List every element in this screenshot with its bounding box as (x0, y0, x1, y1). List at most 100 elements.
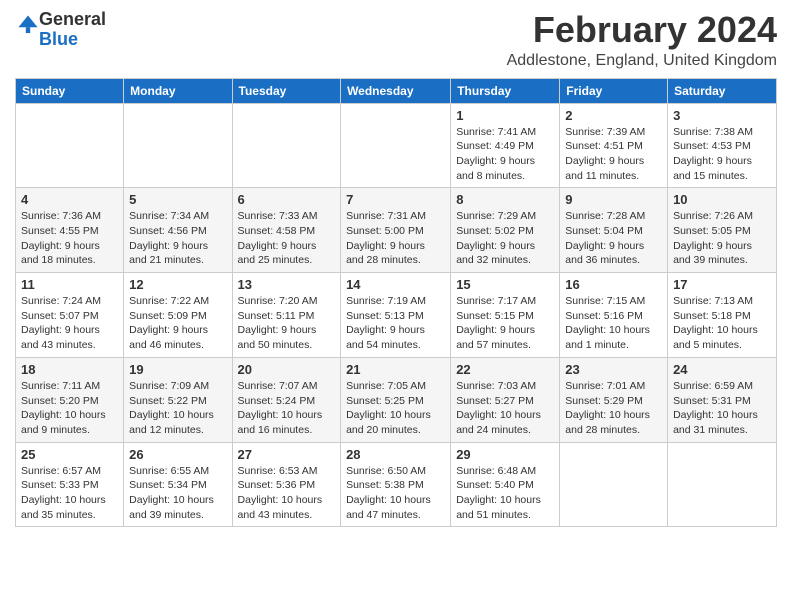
day-number: 26 (129, 447, 226, 462)
day-number: 29 (456, 447, 554, 462)
calendar-cell: 8 Sunrise: 7:29 AM Sunset: 5:02 PM Daylig… (451, 188, 560, 273)
calendar-cell: 16 Sunrise: 7:15 AM Sunset: 5:16 PM Dayli… (560, 273, 668, 358)
day-info: Sunrise: 7:09 AM Sunset: 5:22 PM Dayligh… (129, 379, 226, 438)
calendar-cell: 9 Sunrise: 7:28 AM Sunset: 5:04 PM Daylig… (560, 188, 668, 273)
calendar-cell (16, 103, 124, 188)
weekday-sunday: Sunday (16, 78, 124, 103)
calendar-cell: 5 Sunrise: 7:34 AM Sunset: 4:56 PM Daylig… (124, 188, 232, 273)
day-info: Sunrise: 6:57 AM Sunset: 5:33 PM Dayligh… (21, 464, 118, 523)
day-number: 11 (21, 277, 118, 292)
day-info: Sunrise: 7:26 AM Sunset: 5:05 PM Dayligh… (673, 209, 771, 268)
day-number: 23 (565, 362, 662, 377)
calendar-cell: 12 Sunrise: 7:22 AM Sunset: 5:09 PM Dayli… (124, 273, 232, 358)
calendar-body: 1 Sunrise: 7:41 AM Sunset: 4:49 PM Daylig… (16, 103, 777, 527)
calendar-subtitle: Addlestone, England, United Kingdom (507, 52, 777, 70)
day-number: 25 (21, 447, 118, 462)
day-number: 21 (346, 362, 445, 377)
day-info: Sunrise: 7:31 AM Sunset: 5:00 PM Dayligh… (346, 209, 445, 268)
calendar-cell: 26 Sunrise: 6:55 AM Sunset: 5:34 PM Dayli… (124, 442, 232, 527)
calendar-cell: 6Sunrise: 7:33 AM Sunset: 4:58 PM Daylig… (232, 188, 341, 273)
day-info: Sunrise: 7:24 AM Sunset: 5:07 PM Dayligh… (21, 294, 118, 353)
calendar-cell: 17 Sunrise: 7:13 AM Sunset: 5:18 PM Dayli… (668, 273, 777, 358)
calendar-cell: 13 Sunrise: 7:20 AM Sunset: 5:11 PM Dayli… (232, 273, 341, 358)
day-number: 20 (238, 362, 336, 377)
day-number: 14 (346, 277, 445, 292)
logo: General Blue (15, 10, 106, 50)
day-info: Sunrise: 7:28 AM Sunset: 5:04 PM Dayligh… (565, 209, 662, 268)
day-number: 3 (673, 108, 771, 123)
calendar-cell: 15 Sunrise: 7:17 AM Sunset: 5:15 PM Dayli… (451, 273, 560, 358)
calendar-cell: 11 Sunrise: 7:24 AM Sunset: 5:07 PM Dayli… (16, 273, 124, 358)
page-header: General Blue February 2024 Addlestone, E… (15, 10, 777, 70)
calendar-cell: 7Sunrise: 7:31 AM Sunset: 5:00 PM Daylig… (341, 188, 451, 273)
weekday-header-row: SundayMondayTuesdayWednesdayThursdayFrid… (16, 78, 777, 103)
day-info: Sunrise: 7:36 AM Sunset: 4:55 PM Dayligh… (21, 209, 118, 268)
day-number: 27 (238, 447, 336, 462)
day-number: 9 (565, 192, 662, 207)
day-number: 6 (238, 192, 336, 207)
day-number: 16 (565, 277, 662, 292)
calendar-cell: 20 Sunrise: 7:07 AM Sunset: 5:24 PM Dayli… (232, 357, 341, 442)
calendar-cell (560, 442, 668, 527)
day-number: 1 (456, 108, 554, 123)
calendar-cell: 10 Sunrise: 7:26 AM Sunset: 5:05 PM Dayli… (668, 188, 777, 273)
calendar-cell: 4Sunrise: 7:36 AM Sunset: 4:55 PM Daylig… (16, 188, 124, 273)
day-info: Sunrise: 7:20 AM Sunset: 5:11 PM Dayligh… (238, 294, 336, 353)
day-info: Sunrise: 7:29 AM Sunset: 5:02 PM Dayligh… (456, 209, 554, 268)
day-info: Sunrise: 6:59 AM Sunset: 5:31 PM Dayligh… (673, 379, 771, 438)
day-number: 5 (129, 192, 226, 207)
calendar-cell (124, 103, 232, 188)
calendar-cell: 19 Sunrise: 7:09 AM Sunset: 5:22 PM Dayli… (124, 357, 232, 442)
day-number: 13 (238, 277, 336, 292)
calendar-cell: 3 Sunrise: 7:38 AM Sunset: 4:53 PM Daylig… (668, 103, 777, 188)
day-info: Sunrise: 7:03 AM Sunset: 5:27 PM Dayligh… (456, 379, 554, 438)
day-info: Sunrise: 7:07 AM Sunset: 5:24 PM Dayligh… (238, 379, 336, 438)
day-info: Sunrise: 7:15 AM Sunset: 5:16 PM Dayligh… (565, 294, 662, 353)
calendar-cell: 23Sunrise: 7:01 AM Sunset: 5:29 PM Dayli… (560, 357, 668, 442)
day-info: Sunrise: 7:34 AM Sunset: 4:56 PM Dayligh… (129, 209, 226, 268)
calendar-cell: 1 Sunrise: 7:41 AM Sunset: 4:49 PM Daylig… (451, 103, 560, 188)
day-number: 17 (673, 277, 771, 292)
calendar-cell: 18Sunrise: 7:11 AM Sunset: 5:20 PM Dayli… (16, 357, 124, 442)
day-info: Sunrise: 7:17 AM Sunset: 5:15 PM Dayligh… (456, 294, 554, 353)
calendar-cell: 28Sunrise: 6:50 AM Sunset: 5:38 PM Dayli… (341, 442, 451, 527)
calendar-cell: 21 Sunrise: 7:05 AM Sunset: 5:25 PM Dayli… (341, 357, 451, 442)
calendar-week-3: 11 Sunrise: 7:24 AM Sunset: 5:07 PM Dayli… (16, 273, 777, 358)
day-info: Sunrise: 7:41 AM Sunset: 4:49 PM Dayligh… (456, 125, 554, 184)
day-number: 8 (456, 192, 554, 207)
day-info: Sunrise: 6:50 AM Sunset: 5:38 PM Dayligh… (346, 464, 445, 523)
calendar-cell: 24 Sunrise: 6:59 AM Sunset: 5:31 PM Dayli… (668, 357, 777, 442)
calendar-table: SundayMondayTuesdayWednesdayThursdayFrid… (15, 78, 777, 528)
weekday-thursday: Thursday (451, 78, 560, 103)
day-info: Sunrise: 6:53 AM Sunset: 5:36 PM Dayligh… (238, 464, 336, 523)
weekday-saturday: Saturday (668, 78, 777, 103)
day-info: Sunrise: 6:55 AM Sunset: 5:34 PM Dayligh… (129, 464, 226, 523)
calendar-cell (341, 103, 451, 188)
calendar-week-4: 18Sunrise: 7:11 AM Sunset: 5:20 PM Dayli… (16, 357, 777, 442)
calendar-title: February 2024 (507, 10, 777, 50)
logo-icon (17, 14, 39, 36)
day-number: 2 (565, 108, 662, 123)
day-number: 15 (456, 277, 554, 292)
weekday-wednesday: Wednesday (341, 78, 451, 103)
day-info: Sunrise: 7:05 AM Sunset: 5:25 PM Dayligh… (346, 379, 445, 438)
calendar-cell: 25 Sunrise: 6:57 AM Sunset: 5:33 PM Dayli… (16, 442, 124, 527)
calendar-cell: 14Sunrise: 7:19 AM Sunset: 5:13 PM Dayli… (341, 273, 451, 358)
calendar-week-2: 4Sunrise: 7:36 AM Sunset: 4:55 PM Daylig… (16, 188, 777, 273)
calendar-cell: 22Sunrise: 7:03 AM Sunset: 5:27 PM Dayli… (451, 357, 560, 442)
day-number: 18 (21, 362, 118, 377)
calendar-cell: 27 Sunrise: 6:53 AM Sunset: 5:36 PM Dayli… (232, 442, 341, 527)
day-info: Sunrise: 7:38 AM Sunset: 4:53 PM Dayligh… (673, 125, 771, 184)
day-info: Sunrise: 6:48 AM Sunset: 5:40 PM Dayligh… (456, 464, 554, 523)
day-info: Sunrise: 7:22 AM Sunset: 5:09 PM Dayligh… (129, 294, 226, 353)
weekday-monday: Monday (124, 78, 232, 103)
day-number: 24 (673, 362, 771, 377)
day-number: 12 (129, 277, 226, 292)
calendar-cell (668, 442, 777, 527)
day-info: Sunrise: 7:13 AM Sunset: 5:18 PM Dayligh… (673, 294, 771, 353)
calendar-cell: 29 Sunrise: 6:48 AM Sunset: 5:40 PM Dayli… (451, 442, 560, 527)
day-number: 10 (673, 192, 771, 207)
logo-blue-text: Blue (39, 29, 78, 49)
day-number: 19 (129, 362, 226, 377)
calendar-cell (232, 103, 341, 188)
